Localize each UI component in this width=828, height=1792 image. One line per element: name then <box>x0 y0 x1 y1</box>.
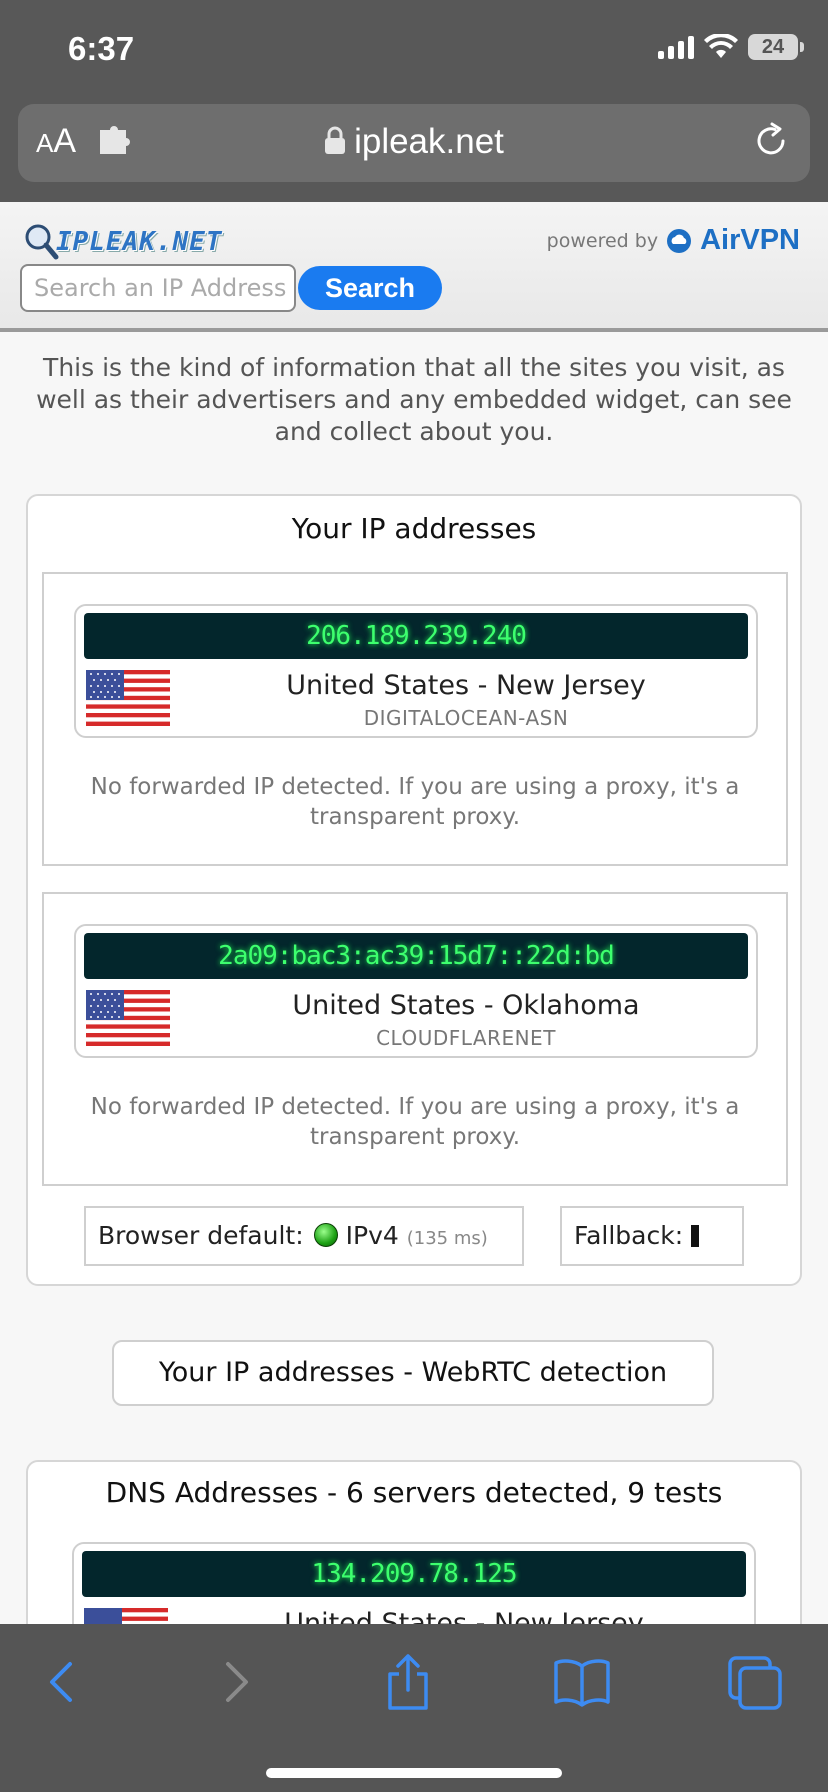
dns-section-title: DNS Addresses - 6 servers detected, 9 te… <box>105 1476 723 1509</box>
powered-by-label: powered by <box>546 229 659 252</box>
us-flag-icon <box>84 1608 168 1624</box>
browser-chrome: 6:37 24 AA ipleak.net <box>0 0 828 202</box>
ip-location: United States - Oklahoma <box>292 990 640 1021</box>
webrtc-detection-button[interactable]: Your IP addresses - WebRTC detection <box>112 1340 714 1406</box>
airvpn-logo-icon <box>667 228 692 253</box>
dns-panel: 134.209.78.125 United States - New Jerse… <box>72 1542 756 1624</box>
url-text: ipleak.net <box>354 122 504 161</box>
ip-search-input[interactable]: Search an IP Address <box>20 264 296 312</box>
ip-entry-box: 206.189.239.240 United States - New Jers… <box>42 572 788 866</box>
magnifier-logo-icon <box>25 224 59 260</box>
ip-panel: 206.189.239.240 United States - New Jers… <box>74 604 758 738</box>
browser-toolbar <box>0 1624 828 1792</box>
search-button[interactable]: Search <box>298 266 442 310</box>
ip-address-display[interactable]: 2a09:bac3:ac39:15d7::22d:bd <box>84 933 748 979</box>
tabs-icon[interactable] <box>726 1652 786 1712</box>
cellular-signal-icon <box>658 35 694 59</box>
ip-section-title: Your IP addresses <box>291 512 537 545</box>
page-content: This is the kind of information that all… <box>0 336 828 1624</box>
ip-addresses-card: Your IP addresses 206.189.239.240 United… <box>26 494 802 1286</box>
us-flag-icon <box>86 670 170 726</box>
site-logo[interactable]: IPLEAK.NET <box>22 222 223 262</box>
intro-text: This is the kind of information that all… <box>36 353 792 446</box>
home-indicator[interactable] <box>266 1768 562 1778</box>
dns-addresses-card: DNS Addresses - 6 servers detected, 9 te… <box>26 1460 802 1624</box>
status-time: 6:37 <box>68 30 135 67</box>
bookmarks-icon[interactable] <box>552 1652 612 1712</box>
ip-address-display[interactable]: 206.189.239.240 <box>84 613 748 659</box>
fallback-label: Fallback: <box>574 1221 684 1250</box>
dns-location: United States - New Jersey <box>284 1608 644 1624</box>
back-icon[interactable] <box>36 1652 86 1712</box>
url-field[interactable]: ipleak.net <box>18 122 810 162</box>
battery-icon: 24 <box>748 34 804 60</box>
forward-icon[interactable] <box>212 1652 262 1712</box>
wifi-icon <box>704 34 738 58</box>
fallback-status-bar <box>691 1225 700 1247</box>
ip-isp: CLOUDFLARENET <box>376 1026 556 1050</box>
browser-default-indicator: Browser default: IPv4 (135 ms) <box>84 1206 524 1266</box>
share-icon[interactable] <box>382 1652 434 1712</box>
logo-text: IPLEAK.NET <box>56 227 223 257</box>
ip-panel: 2a09:bac3:ac39:15d7::22d:bd United State… <box>74 924 758 1058</box>
dns-ip-display[interactable]: 134.209.78.125 <box>82 1551 746 1597</box>
reload-icon[interactable] <box>750 120 792 162</box>
us-flag-icon <box>86 990 170 1046</box>
ip-entry-box: 2a09:bac3:ac39:15d7::22d:bd United State… <box>42 892 788 1186</box>
site-header: IPLEAK.NET powered by AirVPN Search an I… <box>0 202 828 332</box>
browser-default-value: IPv4 <box>345 1221 399 1250</box>
address-bar[interactable]: AA ipleak.net <box>18 104 810 182</box>
browser-default-label: Browser default: <box>98 1221 304 1250</box>
forwarded-ip-note: No forwarded IP detected. If you are usi… <box>90 1094 740 1150</box>
status-led-icon <box>313 1223 338 1247</box>
latency-ms: (135 ms) <box>406 1228 488 1249</box>
forwarded-ip-note: No forwarded IP detected. If you are usi… <box>90 774 740 830</box>
ip-isp: DIGITALOCEAN-ASN <box>363 706 569 730</box>
airvpn-brand: AirVPN <box>700 224 800 256</box>
powered-by[interactable]: powered by AirVPN <box>547 224 800 257</box>
lock-icon <box>325 126 346 154</box>
fallback-indicator: Fallback: <box>560 1206 744 1266</box>
status-icons: 24 <box>658 34 804 60</box>
ip-location: United States - New Jersey <box>286 670 646 701</box>
